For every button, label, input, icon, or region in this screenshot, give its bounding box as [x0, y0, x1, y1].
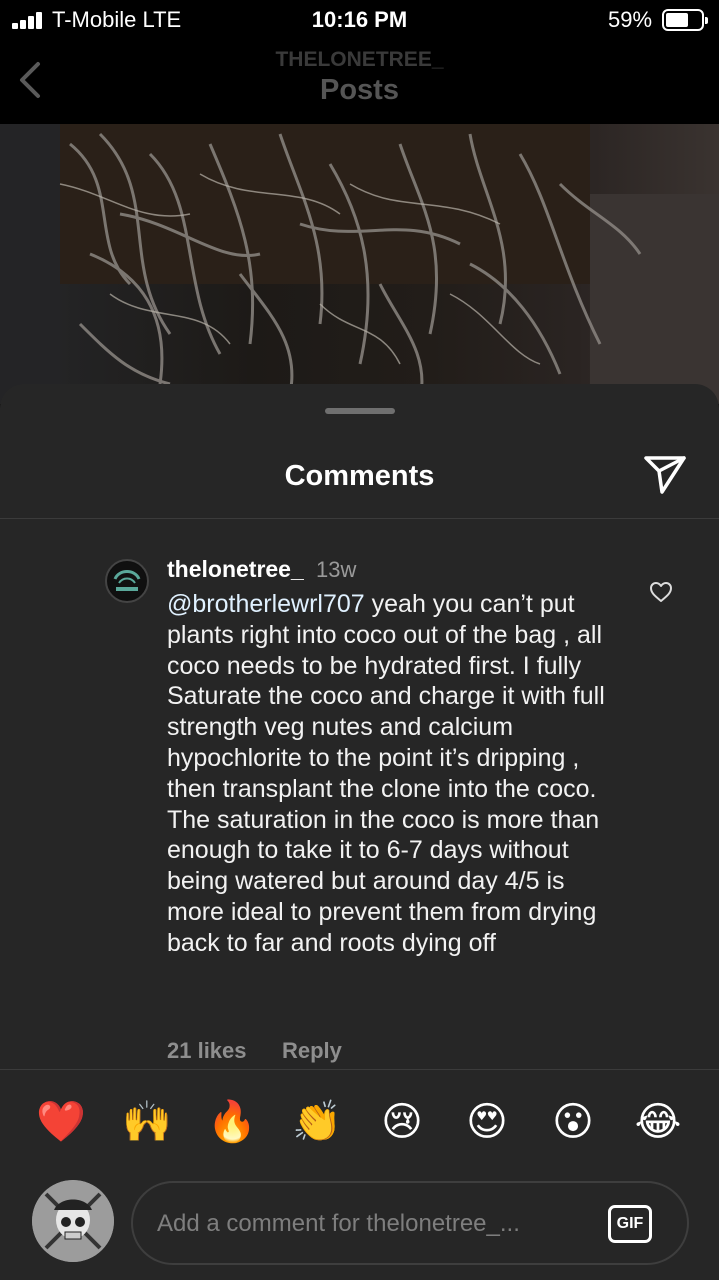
comment-username[interactable]: thelonetree_: [167, 556, 304, 583]
posts-header: THELONETREE_ Posts: [0, 40, 719, 124]
like-count[interactable]: 21 likes: [167, 1038, 247, 1064]
roots-image: [0, 124, 719, 404]
emoji-fire-button[interactable]: 🔥: [207, 1098, 257, 1146]
comment-text: @brotherlewrl707 yeah you can’t put plan…: [167, 589, 617, 959]
comment-body-text: yeah you can’t put plants right into coc…: [167, 590, 605, 957]
emoji-clapping-hands-button[interactable]: 👏: [292, 1098, 342, 1146]
emoji-crying-face-button[interactable]: 😢: [378, 1098, 426, 1146]
send-icon[interactable]: [642, 454, 688, 496]
skull-avatar-icon: [32, 1180, 114, 1262]
sheet-title: Comments: [284, 460, 435, 492]
post-photo: [0, 124, 719, 404]
heart-outline-icon[interactable]: [649, 581, 673, 603]
reply-button[interactable]: Reply: [282, 1038, 342, 1064]
comment-input-placeholder: Add a comment for thelonetree_...: [157, 1210, 520, 1237]
sheet-grabber[interactable]: [325, 408, 395, 414]
comment-input[interactable]: Add a comment for thelonetree_... GIF: [131, 1181, 689, 1265]
mention-link[interactable]: @brotherlewrl707: [167, 590, 365, 618]
emoji-heart-eyes-button[interactable]: 😍: [463, 1098, 511, 1146]
tree-logo-icon: [108, 562, 146, 600]
emoji-raising-hands-button[interactable]: 🙌: [122, 1098, 172, 1146]
battery-icon: [662, 9, 708, 31]
battery-percent: 59%: [608, 7, 653, 32]
emoji-divider: [0, 1069, 719, 1070]
emoji-surprised-face-button[interactable]: 😮: [549, 1098, 597, 1146]
emoji-heart-button[interactable]: ❤️: [36, 1098, 86, 1146]
comments-sheet: Comments thelonetree_ 13w @brotherlewrl7…: [0, 384, 719, 1280]
commenter-avatar[interactable]: [105, 559, 149, 603]
current-user-avatar: [32, 1180, 114, 1262]
gif-button[interactable]: GIF: [608, 1205, 652, 1243]
page-title: Posts: [320, 74, 399, 106]
comment-timestamp: 13w: [316, 557, 357, 582]
emoji-tears-of-joy-button[interactable]: 😂: [634, 1098, 682, 1146]
header-divider: [0, 518, 719, 519]
status-bar: T-Mobile LTE 10:16 PM 59%: [0, 0, 719, 40]
header-username: THELONETREE_: [275, 48, 444, 71]
